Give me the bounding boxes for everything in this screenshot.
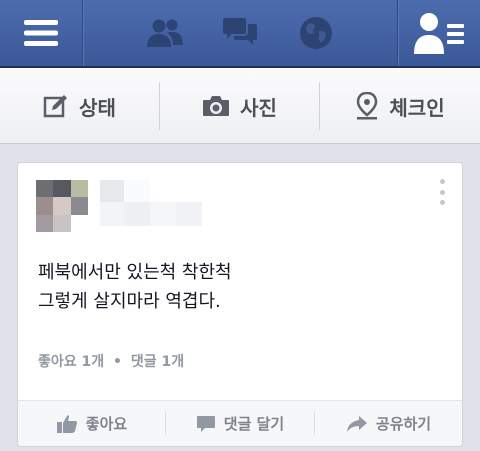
photo-button[interactable]: 사진 — [160, 68, 319, 144]
friend-requests-icon — [414, 13, 464, 54]
more-options-icon — [439, 189, 445, 195]
edit-icon — [43, 95, 68, 118]
top-navigation-bar — [0, 0, 480, 68]
more-options-button[interactable] — [436, 179, 448, 205]
share-arrow-icon — [346, 415, 367, 432]
thumbs-up-icon — [56, 414, 77, 433]
friends-icon — [147, 19, 183, 47]
post-action-bar: 좋아요 댓글 달기 공유하기 — [18, 401, 462, 446]
reaction-counts[interactable]: 좋아요 1개 • 댓글 1개 — [38, 351, 188, 371]
post-text-line: 페북에서만 있는척 착한척 — [38, 262, 232, 283]
comment-label: 댓글 달기 — [223, 415, 285, 433]
checkin-label: 체크인 — [389, 95, 445, 120]
status-label: 상태 — [79, 95, 116, 120]
more-options-icon — [439, 179, 445, 184]
friends-button[interactable] — [140, 0, 190, 66]
checkin-button[interactable]: 체크인 — [320, 68, 480, 144]
post-text-line: 그렇게 살지마라 역겹다. — [38, 291, 221, 312]
globe-icon — [300, 17, 332, 49]
share-button[interactable]: 공유하기 — [315, 401, 462, 446]
menu-icon — [24, 20, 58, 46]
comment-count: 댓글 1개 — [130, 354, 185, 370]
like-label: 좋아요 — [85, 415, 128, 433]
like-count: 좋아요 1개 — [38, 354, 105, 370]
comment-icon — [196, 415, 215, 432]
photo-label: 사진 — [240, 95, 277, 120]
menu-button[interactable] — [0, 0, 82, 66]
avatar[interactable] — [36, 180, 88, 232]
count-separator: • — [113, 354, 122, 370]
camera-icon — [203, 96, 230, 116]
status-button[interactable]: 상태 — [0, 68, 159, 144]
more-options-icon — [439, 200, 445, 205]
notifications-button[interactable] — [296, 0, 336, 66]
author-name[interactable] — [100, 180, 202, 226]
post-text: 페북에서만 있는척 착한척 그렇게 살지마라 역겹다. — [38, 258, 232, 316]
share-label: 공유하기 — [375, 415, 432, 433]
messages-button[interactable] — [218, 0, 262, 66]
friend-requests-button[interactable] — [398, 0, 480, 66]
comment-button[interactable]: 댓글 달기 — [166, 401, 314, 446]
topbar-divider — [82, 0, 83, 66]
post-card: 페북에서만 있는척 착한척 그렇게 살지마라 역겹다. 좋아요 1개 • 댓글 … — [17, 162, 463, 447]
like-button[interactable]: 좋아요 — [18, 401, 165, 446]
location-pin-icon — [357, 92, 378, 120]
messages-icon — [223, 18, 257, 45]
composer-action-bar: 상태 사진 체크인 — [0, 68, 480, 144]
